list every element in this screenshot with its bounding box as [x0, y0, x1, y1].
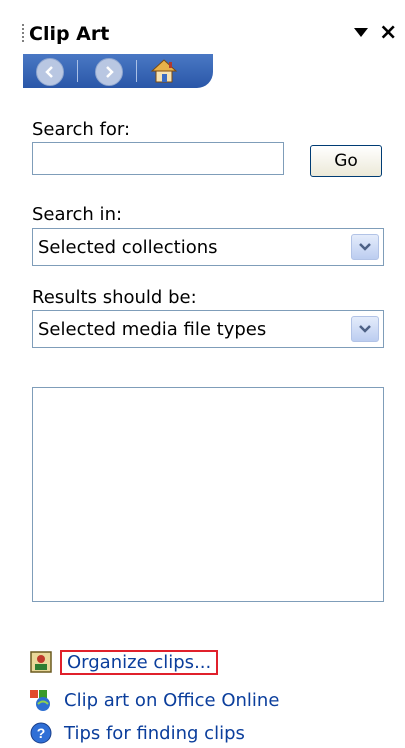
- results-area[interactable]: [32, 387, 384, 602]
- search-input[interactable]: [32, 142, 284, 175]
- forward-button[interactable]: [95, 58, 123, 86]
- go-button[interactable]: Go: [310, 145, 382, 177]
- tips-link[interactable]: Tips for finding clips: [64, 723, 245, 744]
- pane-title: Clip Art: [29, 23, 110, 45]
- tips-link-row[interactable]: ? Tips for finding clips: [29, 718, 245, 748]
- search-for-label: Search for:: [32, 119, 131, 140]
- results-type-dropdown-button[interactable]: [351, 316, 379, 342]
- results-should-be-label: Results should be:: [32, 287, 197, 308]
- organize-clips-link-row[interactable]: Organize clips...: [29, 647, 219, 677]
- search-in-value: Selected collections: [38, 237, 218, 258]
- search-in-dropdown-button[interactable]: [351, 234, 379, 260]
- svg-text:?: ?: [37, 725, 46, 741]
- close-icon[interactable]: ×: [379, 19, 397, 47]
- office-online-link-row[interactable]: Clip art on Office Online: [29, 685, 279, 715]
- toolbar-separator: [77, 60, 78, 82]
- organizer-icon: [30, 651, 52, 673]
- navigation-toolbar: [23, 54, 213, 88]
- drag-grip[interactable]: [22, 24, 24, 44]
- organize-clips-link[interactable]: Organize clips...: [60, 649, 219, 675]
- chevron-down-icon: [359, 325, 371, 333]
- chevron-down-icon: [359, 243, 371, 251]
- forward-arrow-icon: [106, 66, 114, 78]
- help-icon: ?: [30, 722, 52, 744]
- office-online-link[interactable]: Clip art on Office Online: [64, 690, 279, 711]
- toolbar-separator: [136, 60, 137, 82]
- office-online-icon: [30, 690, 50, 711]
- title-bar: Clip Art ×: [0, 18, 405, 50]
- back-button[interactable]: [36, 58, 64, 86]
- home-icon: [150, 59, 178, 83]
- results-type-select[interactable]: Selected media file types: [32, 310, 384, 348]
- search-in-select[interactable]: Selected collections: [32, 228, 384, 266]
- clip-art-task-pane: Clip Art × Search for: Go Search in: Sel…: [0, 0, 405, 744]
- back-arrow-icon: [45, 66, 53, 78]
- home-button[interactable]: [149, 57, 179, 85]
- pane-menu-dropdown-icon[interactable]: [354, 28, 368, 37]
- results-type-value: Selected media file types: [38, 319, 267, 340]
- search-in-label: Search in:: [32, 204, 123, 225]
